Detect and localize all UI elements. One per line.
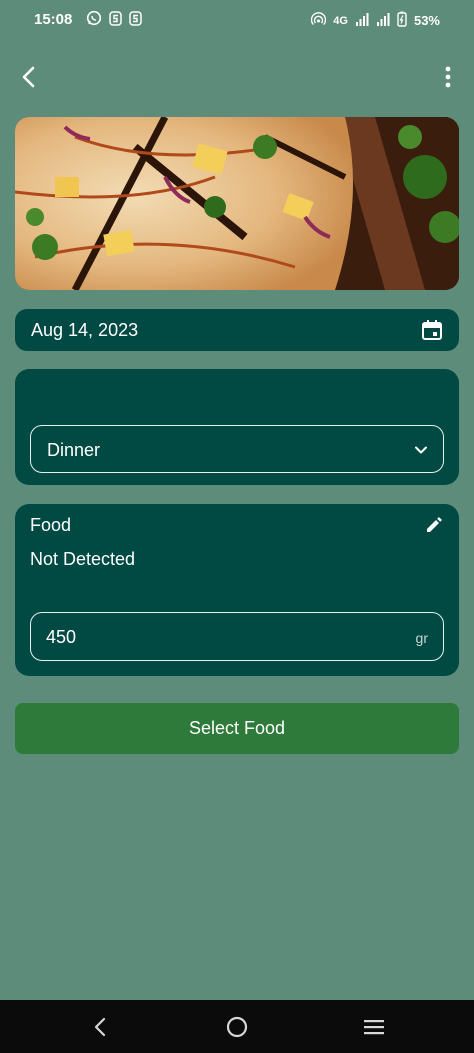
status-notification-icons (86, 10, 142, 31)
meal-type-card: Dinner (15, 369, 459, 485)
status-bar: 15:08 4G 53% (0, 0, 474, 40)
battery-charging-icon (397, 11, 407, 30)
nav-back-icon (94, 1017, 106, 1037)
signal-icon (355, 12, 369, 29)
signal-icon (376, 12, 390, 29)
battery-level: 53% (413, 13, 440, 28)
meal-type-value: Dinner (47, 440, 101, 460)
chevron-down-icon (415, 446, 427, 454)
nav-back-button[interactable] (87, 1014, 113, 1040)
date-value: Aug 14, 2023 (31, 320, 139, 340)
hotspot-icon (311, 12, 327, 29)
screen: 15:08 4G 53% Aug 14, 2023 Dinner Food No… (0, 0, 474, 1053)
system-nav-bar (0, 1000, 474, 1053)
nav-home-button[interactable] (224, 1014, 250, 1040)
more-options-button[interactable] (440, 62, 456, 92)
whatsapp-icon (86, 10, 102, 31)
nav-recents-button[interactable] (361, 1014, 387, 1040)
calendar-icon[interactable] (421, 319, 443, 341)
weight-value: 450 (46, 627, 77, 647)
weight-input[interactable]: 450 gr (30, 612, 444, 661)
back-button[interactable] (14, 62, 44, 92)
food-title: Food (30, 515, 72, 535)
meal-type-dropdown[interactable]: Dinner (30, 425, 444, 473)
select-food-button[interactable]: Select Food (15, 703, 459, 754)
network-type: 4G (333, 14, 348, 27)
food-detection-status: Not Detected (30, 549, 136, 569)
app-s-icon (109, 10, 122, 31)
pencil-icon[interactable] (425, 516, 443, 534)
app-s-icon (129, 10, 142, 31)
status-time: 15:08 (34, 11, 73, 28)
date-picker[interactable]: Aug 14, 2023 (15, 309, 459, 351)
more-vertical-icon (445, 66, 451, 88)
chevron-left-icon (22, 66, 35, 88)
food-photo (15, 117, 459, 290)
nav-menu-icon (364, 1020, 384, 1035)
status-system-icons: 4G 53% (311, 11, 440, 30)
food-card: Food Not Detected 450 gr (15, 504, 459, 676)
nav-home-icon (226, 1016, 248, 1038)
weight-unit: gr (415, 630, 428, 646)
